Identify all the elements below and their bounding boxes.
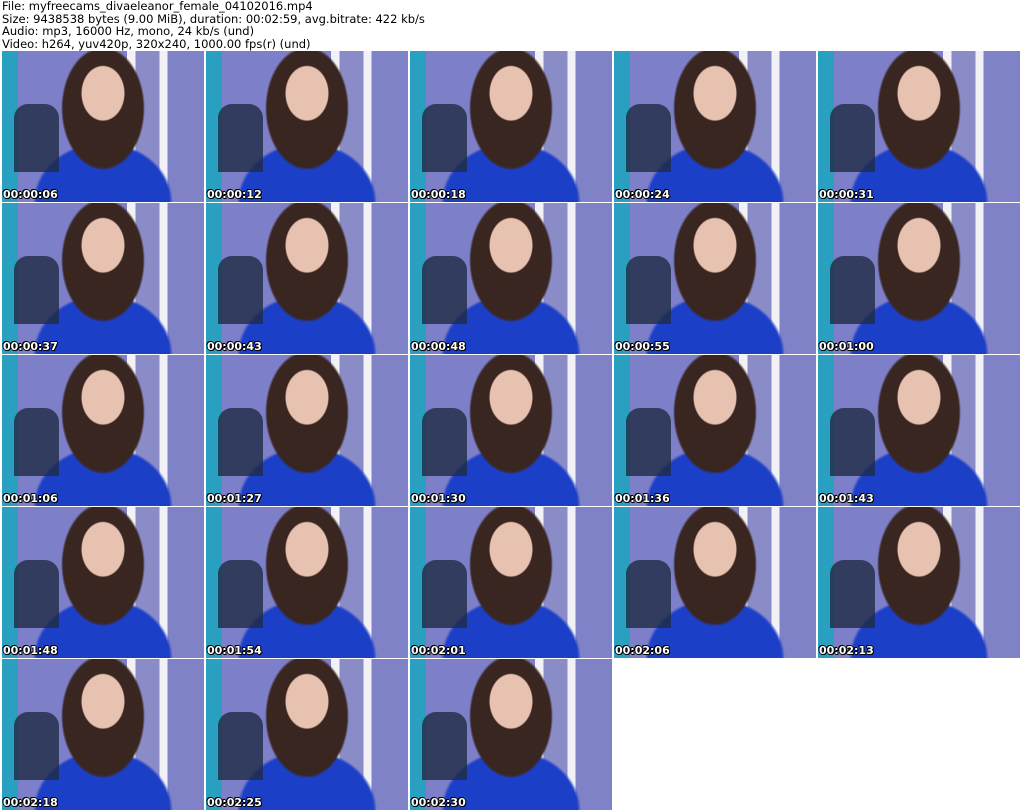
timestamp: 00:00:06	[3, 188, 58, 201]
video-thumbnail: 00:01:27	[206, 355, 408, 506]
timestamp: 00:00:31	[819, 188, 874, 201]
video-thumbnail: 00:00:31	[818, 51, 1020, 202]
video-thumbnail: 00:01:54	[206, 507, 408, 658]
video-thumbnail: 00:01:06	[2, 355, 204, 506]
timestamp: 00:00:12	[207, 188, 262, 201]
video-thumbnail: 00:00:18	[410, 51, 612, 202]
timestamp: 00:01:30	[411, 492, 466, 505]
timestamp: 00:01:54	[207, 644, 262, 657]
timestamp: 00:01:27	[207, 492, 262, 505]
timestamp: 00:01:43	[819, 492, 874, 505]
audio-info: Audio: mp3, 16000 Hz, mono, 24 kb/s (und…	[2, 24, 255, 38]
video-thumbnail: 00:01:30	[410, 355, 612, 506]
video-thumbnail: 00:02:01	[410, 507, 612, 658]
video-thumbnail: 00:00:12	[206, 51, 408, 202]
video-thumbnail: 00:01:00	[818, 203, 1020, 354]
thumbnail-grid: 00:00:06 00:00:12 00:00:18 00:00:24 00:00:31…	[2, 51, 1020, 810]
timestamp: 00:01:06	[3, 492, 58, 505]
timestamp: 00:00:18	[411, 188, 466, 201]
video-thumbnail: 00:02:25	[206, 659, 408, 810]
video-thumbnail: 00:01:36	[614, 355, 816, 506]
video-thumbnail: 00:00:24	[614, 51, 816, 202]
timestamp: 00:02:06	[615, 644, 670, 657]
timestamp: 00:01:48	[3, 644, 58, 657]
timestamp: 00:02:30	[411, 796, 466, 809]
file-name: File: myfreecams_divaeleanor_female_0410…	[2, 0, 313, 13]
timestamp: 00:01:00	[819, 340, 874, 353]
timestamp: 00:02:01	[411, 644, 466, 657]
video-thumbnail: 00:00:43	[206, 203, 408, 354]
timestamp: 00:00:48	[411, 340, 466, 353]
file-info: File: myfreecams_divaeleanor_female_0410…	[2, 0, 425, 50]
video-thumbnail: 00:00:06	[2, 51, 204, 202]
timestamp: 00:00:37	[3, 340, 58, 353]
timestamp: 00:02:18	[3, 796, 58, 809]
timestamp: 00:01:36	[615, 492, 670, 505]
video-thumbnail: 00:02:06	[614, 507, 816, 658]
video-thumbnail: 00:00:48	[410, 203, 612, 354]
video-thumbnail: 00:01:48	[2, 507, 204, 658]
video-thumbnail: 00:00:37	[2, 203, 204, 354]
timestamp: 00:00:24	[615, 188, 670, 201]
video-thumbnail: 00:02:13	[818, 507, 1020, 658]
video-thumbnail: 00:00:55	[614, 203, 816, 354]
timestamp: 00:00:43	[207, 340, 262, 353]
video-thumbnail: 00:02:30	[410, 659, 612, 810]
timestamp: 00:02:25	[207, 796, 262, 809]
video-info: Video: h264, yuv420p, 320x240, 1000.00 f…	[2, 36, 311, 51]
timestamp: 00:00:55	[615, 340, 670, 353]
video-thumbnail: 00:02:18	[2, 659, 204, 810]
timestamp: 00:02:13	[819, 644, 874, 657]
video-thumbnail: 00:01:43	[818, 355, 1020, 506]
